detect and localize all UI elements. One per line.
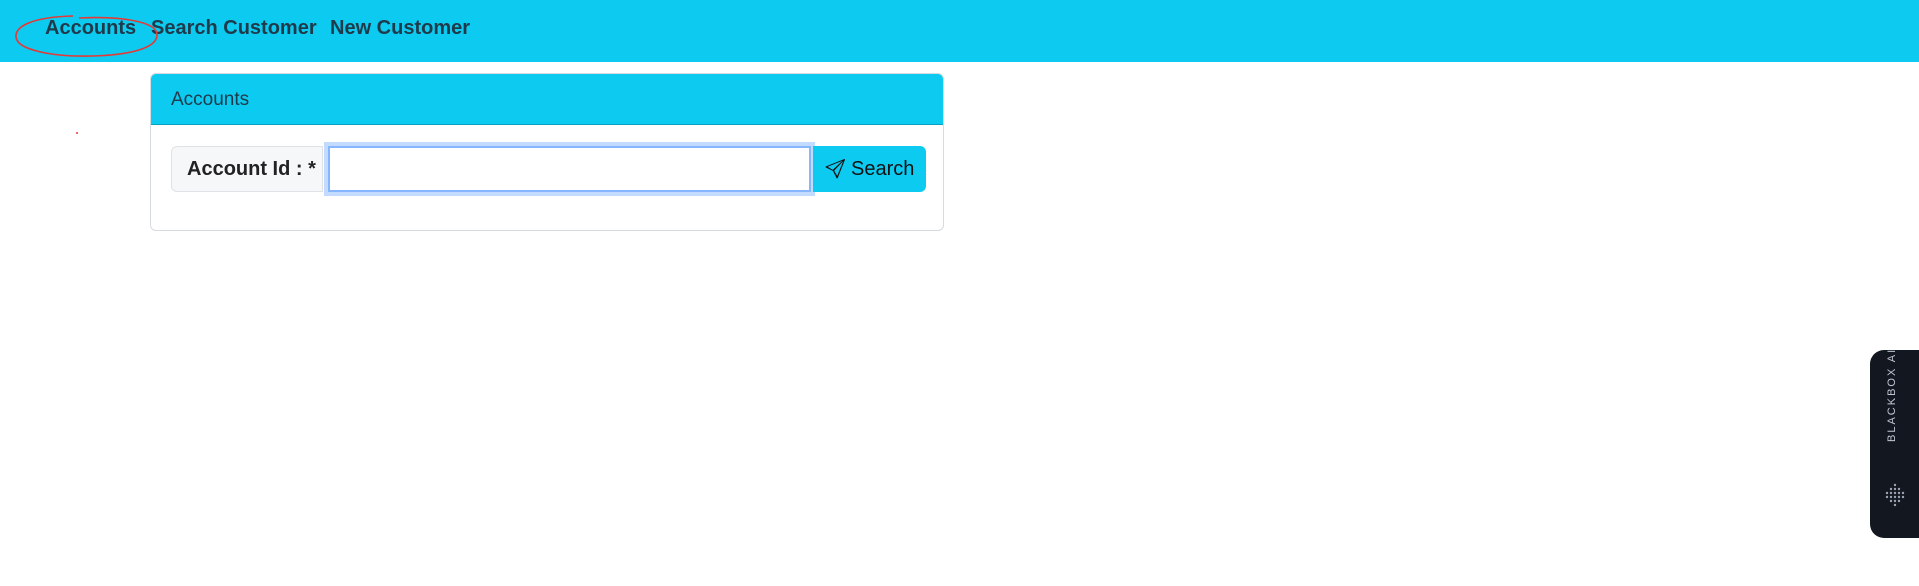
blackbox-logo-icon xyxy=(1885,483,1905,507)
nav-link-new-customer[interactable]: New Customer xyxy=(330,17,470,40)
account-id-label: Account Id : * xyxy=(171,146,323,192)
paper-plane-icon xyxy=(825,159,845,179)
top-navbar: Accounts Search Customer New Customer xyxy=(0,0,1919,62)
nav-link-search-customer[interactable]: Search Customer xyxy=(151,17,317,40)
blackbox-ai-label: BLACKBOX AI xyxy=(1886,347,1898,442)
card-title: Accounts xyxy=(171,89,250,110)
account-id-input[interactable] xyxy=(328,146,811,192)
accounts-card: Accounts Account Id : * Search xyxy=(150,73,944,231)
annotation-dot xyxy=(76,132,78,134)
account-id-label-text: Account Id : * xyxy=(187,158,316,180)
search-button[interactable]: Search xyxy=(813,146,926,192)
card-header: Accounts xyxy=(151,74,943,125)
blackbox-ai-widget[interactable]: BLACKBOX AI xyxy=(1870,347,1919,538)
search-button-label: Search xyxy=(851,158,915,180)
nav-link-accounts[interactable]: Accounts xyxy=(45,17,136,40)
